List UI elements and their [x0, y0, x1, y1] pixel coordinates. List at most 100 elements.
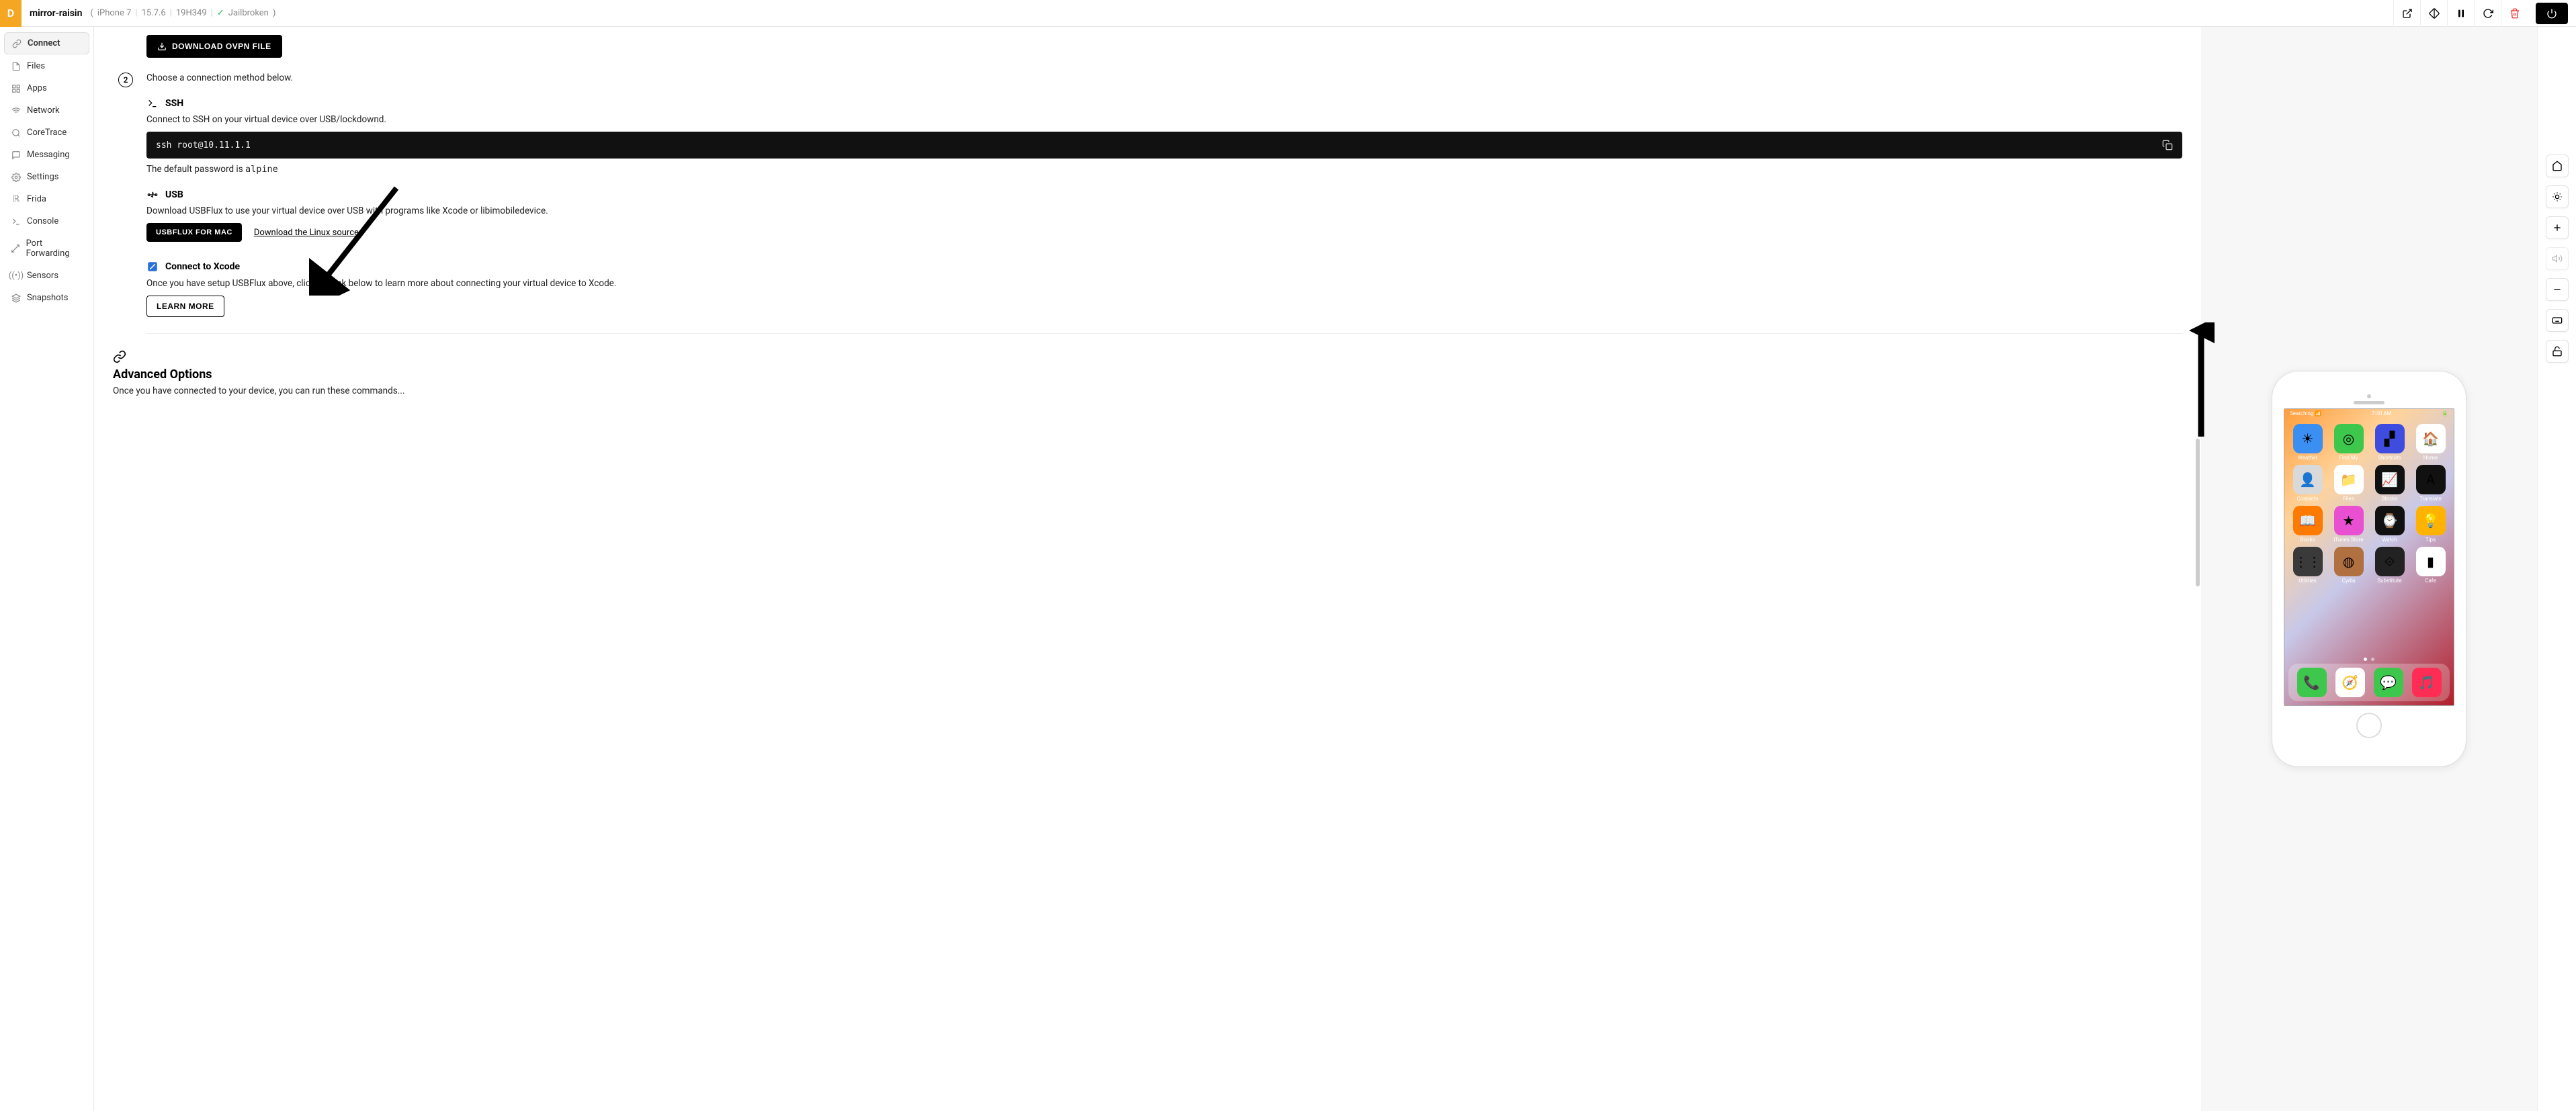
- phone-app[interactable]: ★iTunes Store: [2329, 506, 2368, 543]
- device-model: iPhone 7: [97, 8, 132, 18]
- sidebar-item-label: Port Forwarding: [26, 238, 83, 259]
- copy-icon: [2162, 140, 2173, 150]
- phone-app[interactable]: 📈Stocks: [2370, 465, 2409, 502]
- sidebar-item-coretrace[interactable]: CoreTrace: [4, 122, 89, 143]
- unlock-icon: [2552, 346, 2563, 357]
- scrollbar-thumb[interactable]: [2196, 439, 2200, 586]
- ssh-command: ssh root@10.11.1.1: [156, 140, 251, 150]
- delete-button[interactable]: [2501, 0, 2528, 27]
- sidebar-item-label: Apps: [27, 83, 47, 93]
- phone-camera: [2367, 394, 2371, 398]
- phone-app-icon: A: [2416, 465, 2446, 494]
- phone-dock-app[interactable]: 📞: [2297, 668, 2327, 697]
- topbar: D mirror-raisin (iPhone 7 | 15.7.6 | 19H…: [0, 0, 2576, 27]
- download-ovpn-button[interactable]: DOWNLOAD OVPN FILE: [146, 35, 282, 58]
- download-icon: [157, 42, 167, 51]
- sidebar-item-frida[interactable]: ℝ Frida: [4, 189, 89, 210]
- phone-app-icon: ★: [2334, 506, 2364, 535]
- terminal-icon: [11, 217, 22, 226]
- phone-home-button[interactable]: [2356, 713, 2382, 738]
- phone-app[interactable]: ☀Weather: [2288, 424, 2327, 461]
- sidebar-item-label: CoreTrace: [27, 128, 67, 138]
- zoom-out-button[interactable]: [2546, 278, 2569, 301]
- terminal-icon: [146, 98, 159, 109]
- sidebar-item-port-forwarding[interactable]: Port Forwarding: [4, 233, 89, 264]
- device-os: 15.7.6: [142, 8, 166, 18]
- sidebar-item-sensors[interactable]: ((•)) Sensors: [4, 265, 89, 286]
- volume-button[interactable]: [2546, 247, 2569, 270]
- main-panel[interactable]: DOWNLOAD OVPN FILE 2 Choose a connection…: [94, 27, 2201, 1111]
- signal-icon: ((•)): [11, 271, 22, 281]
- keyboard-icon: [2552, 315, 2563, 326]
- sidebar-item-files[interactable]: Files: [4, 56, 89, 77]
- phone-app[interactable]: ATranslate: [2411, 465, 2450, 502]
- sidebar-item-snapshots[interactable]: Snapshots: [4, 287, 89, 308]
- phone-app-icon: ▮: [2416, 547, 2446, 576]
- phone-app[interactable]: 📁Files: [2329, 465, 2368, 502]
- phone-app-label: Substitute: [2377, 578, 2401, 584]
- home-button[interactable]: [2546, 154, 2569, 177]
- sidebar-item-label: Settings: [27, 172, 58, 182]
- zoom-in-button[interactable]: [2546, 216, 2569, 239]
- linux-source-link[interactable]: Download the Linux source: [254, 228, 359, 238]
- step-2-text: Choose a connection method below.: [146, 73, 2182, 83]
- phone-app[interactable]: 👤Contacts: [2288, 465, 2327, 502]
- phone-app-icon: 💡: [2416, 506, 2446, 535]
- phone-app[interactable]: ◎Find My: [2329, 424, 2368, 461]
- usb-title: USB: [165, 189, 183, 200]
- phone-app[interactable]: ▞Shortcuts: [2370, 424, 2409, 461]
- sidebar-item-console[interactable]: Console: [4, 211, 89, 232]
- phone-app[interactable]: ◍Cydia: [2329, 547, 2368, 584]
- rotate-button[interactable]: [2420, 0, 2447, 27]
- wifi-icon: [11, 106, 22, 116]
- phone-screen[interactable]: Searching 📶 7:40 AM 🔋 ☀Weather◎Find My▞S…: [2284, 408, 2454, 706]
- lock-button[interactable]: [2546, 340, 2569, 363]
- brightness-button[interactable]: [2546, 185, 2569, 208]
- refresh-button[interactable]: [2474, 0, 2501, 27]
- brightness-icon: [2552, 191, 2563, 202]
- sidebar-item-settings[interactable]: Settings: [4, 167, 89, 187]
- step-2-badge: 2: [118, 73, 133, 87]
- sidebar-item-label: Console: [27, 216, 58, 226]
- org-badge[interactable]: D: [0, 0, 22, 27]
- phone-app-label: Tips: [2425, 537, 2436, 543]
- sidebar-item-connect[interactable]: Connect: [4, 32, 89, 54]
- sidebar-item-label: Files: [27, 61, 45, 71]
- phone-app[interactable]: 💡 Tips: [2411, 506, 2450, 543]
- phone-dock-app[interactable]: 🎵: [2412, 668, 2442, 697]
- usb-icon: [146, 189, 159, 200]
- sidebar-item-network[interactable]: Network: [4, 100, 89, 121]
- phone-app[interactable]: 🏠Home: [2411, 424, 2450, 461]
- phone-app[interactable]: ⋮⋮Utilities: [2288, 547, 2327, 584]
- sidebar-item-messaging[interactable]: Messaging: [4, 144, 89, 165]
- copy-button[interactable]: [2162, 140, 2173, 150]
- phone-app[interactable]: ⌚Watch: [2370, 506, 2409, 543]
- phone-app-label: Cafe: [2425, 578, 2436, 584]
- gear-icon: [11, 173, 22, 182]
- button-label: USBFLUX FOR MAC: [156, 228, 232, 236]
- phone-app[interactable]: ⟐ Substitute: [2370, 547, 2409, 584]
- pause-button[interactable]: [2447, 0, 2474, 27]
- device-preview: Searching 📶 7:40 AM 🔋 ☀Weather◎Find My▞S…: [2201, 27, 2537, 1111]
- phone-dock-app[interactable]: 💬: [2374, 668, 2403, 697]
- power-button[interactable]: [2536, 3, 2568, 24]
- search-icon: [11, 128, 22, 138]
- phone-page-indicator: [2284, 658, 2454, 661]
- phone-app[interactable]: 📖Books: [2288, 506, 2327, 543]
- usbflux-mac-button[interactable]: USBFLUX FOR MAC: [146, 223, 242, 242]
- sidebar-item-apps[interactable]: Apps: [4, 78, 89, 99]
- phone-dock[interactable]: 📞 🧭 💬 🎵: [2288, 664, 2450, 701]
- phone-app[interactable]: ▮ Cafe: [2411, 547, 2450, 584]
- learn-more-button[interactable]: LEARN MORE: [146, 296, 224, 317]
- keyboard-button[interactable]: [2546, 309, 2569, 332]
- phone-app-label: Books: [2300, 537, 2315, 543]
- phone-app-grid[interactable]: ☀Weather◎Find My▞Shortcuts🏠Home 👤Contacts…: [2284, 421, 2454, 586]
- phone-dock-app[interactable]: 🧭: [2335, 668, 2365, 697]
- phone-app-icon: ◍: [2334, 547, 2364, 576]
- forward-icon: [11, 244, 21, 253]
- device-toolbar: [2537, 27, 2576, 1111]
- phone-app-icon: ⟐: [2375, 547, 2405, 576]
- jailbroken-label: Jailbroken: [228, 8, 269, 18]
- phone-app-label: Home: [2423, 455, 2438, 461]
- open-external-button[interactable]: [2393, 0, 2420, 27]
